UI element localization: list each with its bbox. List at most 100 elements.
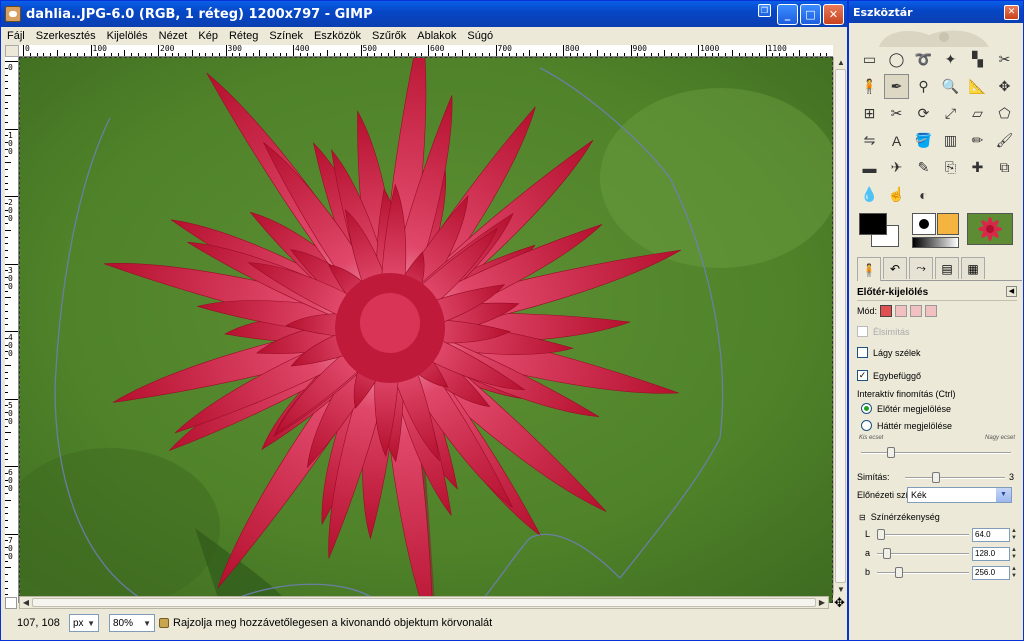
- maximize-button[interactable]: □: [800, 3, 821, 25]
- channel-a-slider[interactable]: [883, 548, 891, 559]
- menu-select[interactable]: Kijelölés: [107, 30, 148, 42]
- pattern-indicator[interactable]: [937, 213, 959, 235]
- foreground-select-tool-icon[interactable]: 🧍: [857, 74, 882, 99]
- bucket-fill-tool-icon[interactable]: 🪣: [911, 128, 936, 153]
- paths-tool-icon[interactable]: ✒: [884, 74, 909, 99]
- blur-tool-icon[interactable]: 💧: [857, 182, 882, 207]
- mark-foreground-option[interactable]: Előtér megjelölése: [861, 403, 951, 414]
- menu-tools[interactable]: Eszközök: [314, 30, 361, 42]
- ruler-corner[interactable]: [5, 45, 19, 57]
- select-by-color-tool-icon[interactable]: ▚: [965, 47, 990, 72]
- menu-windows[interactable]: Ablakok: [417, 30, 456, 42]
- image-window-titlebar[interactable]: dahlia..JPG-6.0 (RGB, 1 réteg) 1200x797 …: [1, 1, 847, 27]
- scroll-up-icon[interactable]: ▲: [835, 57, 847, 68]
- perspective-tool-icon[interactable]: ⬠: [992, 101, 1017, 126]
- heal-tool-icon[interactable]: ✚: [965, 155, 990, 180]
- clone-tool-icon[interactable]: ⎘: [938, 155, 963, 180]
- zoom-tool-icon[interactable]: 🔍: [938, 74, 963, 99]
- mode-subtract-button[interactable]: [910, 305, 923, 317]
- minimize-button[interactable]: _: [777, 3, 798, 25]
- antialias-option[interactable]: Élsimítás: [857, 326, 910, 337]
- gimp-app-icon[interactable]: [5, 6, 21, 22]
- text-tool-icon[interactable]: A: [884, 128, 909, 153]
- restore-doc-icon[interactable]: ❐: [758, 3, 771, 17]
- quick-mask-toggle[interactable]: [5, 597, 17, 609]
- horizontal-scroll-thumb[interactable]: [32, 598, 816, 607]
- vertical-scroll-thumb[interactable]: [835, 69, 846, 583]
- crop-tool-icon[interactable]: ✂: [884, 101, 909, 126]
- tab-undo-history[interactable]: ↶: [883, 257, 907, 279]
- contiguous-checkbox[interactable]: ✓: [857, 370, 868, 381]
- unit-selector[interactable]: px ▼: [69, 614, 99, 632]
- channel-l-input[interactable]: 64.0: [972, 528, 1010, 542]
- smoothing-slider[interactable]: [932, 472, 940, 483]
- fuzzy-select-tool-icon[interactable]: ✦: [938, 47, 963, 72]
- feather-checkbox[interactable]: [857, 347, 868, 358]
- rect-select-tool-icon[interactable]: ▭: [857, 47, 882, 72]
- navigate-icon[interactable]: ✥: [832, 595, 847, 610]
- airbrush-tool-icon[interactable]: ✈: [884, 155, 909, 180]
- channel-l-slider[interactable]: [877, 529, 885, 540]
- menu-view[interactable]: Nézet: [159, 30, 188, 42]
- tab-channels[interactable]: ▦: [961, 257, 985, 279]
- scroll-left-icon[interactable]: ◀: [20, 597, 32, 608]
- channel-a-spin-icon[interactable]: ▲ ▼: [1011, 547, 1019, 561]
- shear-tool-icon[interactable]: ▱: [965, 101, 990, 126]
- sensitivity-header[interactable]: ⊟ Színérzékenység: [859, 512, 940, 522]
- scroll-down-icon[interactable]: ▼: [835, 584, 847, 595]
- brush-size-slider-track[interactable]: [861, 452, 1011, 454]
- mode-intersect-button[interactable]: [925, 305, 938, 317]
- eraser-tool-icon[interactable]: ▬: [857, 155, 882, 180]
- menu-colors[interactable]: Színek: [269, 30, 303, 42]
- blend-tool-icon[interactable]: ▥: [938, 128, 963, 153]
- ink-tool-icon[interactable]: ✎: [911, 155, 936, 180]
- vertical-ruler[interactable]: 0 100 200 300 400 500 600 700: [5, 57, 19, 603]
- vertical-scrollbar[interactable]: ▲ ▼: [833, 57, 847, 595]
- tab-paths[interactable]: ⤳: [909, 257, 933, 279]
- foreground-color-swatch[interactable]: [859, 213, 887, 235]
- mark-background-option[interactable]: Háttér megjelölése: [861, 420, 952, 431]
- horizontal-ruler[interactable]: 0 100 200 300 400 500 600 700 800 900 1000 1100: [19, 45, 833, 57]
- collapse-icon[interactable]: ⊟: [859, 513, 866, 522]
- ellipse-select-tool-icon[interactable]: ◯: [884, 47, 909, 72]
- menu-edit[interactable]: Szerkesztés: [36, 30, 96, 42]
- channel-b-slider[interactable]: [895, 567, 903, 578]
- mode-add-button[interactable]: [895, 305, 908, 317]
- scissors-tool-icon[interactable]: ✂: [992, 47, 1017, 72]
- channel-a-input[interactable]: 128.0: [972, 547, 1010, 561]
- zoom-selector[interactable]: 80% ▼: [109, 614, 155, 632]
- flip-tool-icon[interactable]: ⇋: [857, 128, 882, 153]
- menu-file[interactable]: Fájl: [7, 30, 25, 42]
- tab-tool-options[interactable]: 🧍: [857, 257, 881, 281]
- tab-layers[interactable]: ▤: [935, 257, 959, 279]
- menu-help[interactable]: Súgó: [467, 30, 493, 42]
- menu-filters[interactable]: Szűrők: [372, 30, 406, 42]
- dodge-burn-tool-icon[interactable]: ◐: [911, 182, 936, 207]
- pencil-tool-icon[interactable]: ✏: [965, 128, 990, 153]
- smoothing-slider-track[interactable]: [905, 477, 1005, 479]
- move-tool-icon[interactable]: ✥: [992, 74, 1017, 99]
- mark-foreground-radio[interactable]: [861, 403, 872, 414]
- channel-b-track[interactable]: [877, 572, 969, 574]
- mark-background-radio[interactable]: [861, 420, 872, 431]
- active-image-thumbnail[interactable]: [967, 213, 1013, 245]
- panel-menu-icon[interactable]: ◀: [1006, 286, 1017, 297]
- horizontal-scrollbar[interactable]: ◀ ▶: [19, 596, 829, 609]
- mode-replace-button[interactable]: [880, 305, 893, 317]
- image-canvas[interactable]: [19, 57, 833, 603]
- free-select-tool-icon[interactable]: ➰: [911, 47, 936, 72]
- channel-l-track[interactable]: [877, 534, 969, 536]
- channel-b-spin-icon[interactable]: ▲ ▼: [1011, 566, 1019, 580]
- color-picker-tool-icon[interactable]: ⚲: [911, 74, 936, 99]
- brush-size-slider[interactable]: [887, 447, 895, 458]
- antialias-checkbox[interactable]: [857, 326, 868, 337]
- close-button[interactable]: ✕: [823, 3, 844, 25]
- preview-color-select[interactable]: Kék ▼: [907, 487, 1012, 503]
- perspective-clone-tool-icon[interactable]: ⧉: [992, 155, 1017, 180]
- rotate-tool-icon[interactable]: ⟳: [911, 101, 936, 126]
- channel-b-input[interactable]: 256.0: [972, 566, 1010, 580]
- measure-tool-icon[interactable]: 📐: [965, 74, 990, 99]
- toolbox-close-button[interactable]: ✕: [1004, 4, 1019, 20]
- brush-indicator[interactable]: [912, 213, 936, 235]
- feather-option[interactable]: Lágy szélek: [857, 347, 921, 358]
